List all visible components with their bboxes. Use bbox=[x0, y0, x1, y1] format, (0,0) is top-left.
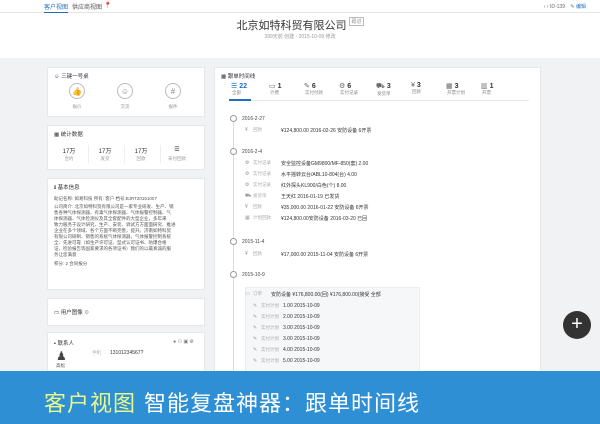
stat-label: 发货 bbox=[100, 156, 110, 161]
info-line: 积分: 2 合同报分 bbox=[54, 261, 88, 266]
timeline-entry[interactable]: ⚙ 实付记录 红外探头KL900/白色(个) 8.00 bbox=[245, 181, 425, 191]
company-title: 北京如特科贸有限公司 跟进 bbox=[0, 17, 600, 33]
yen-icon: ¥ bbox=[245, 251, 248, 257]
stats-panel: ▦ 统计数据 17万 合约 17万 发货 17万 回款 ☰ 未付回款 bbox=[47, 125, 205, 170]
user-images-title: ▭ 用户图像 ⚙ bbox=[54, 310, 90, 316]
list-icon: ☰ bbox=[231, 83, 238, 90]
stat-value: 17万 bbox=[98, 149, 112, 155]
quick-label: 报价 bbox=[72, 104, 82, 109]
quick-actions-panel: ☺ 三键一号桌 👍 报价 ☺ 交流 # 报件 bbox=[47, 67, 205, 117]
wrench-icon: ✎ bbox=[253, 303, 258, 309]
banner-highlight: 客户视图 bbox=[44, 392, 137, 417]
status-tag: 跟进 bbox=[349, 17, 364, 26]
timeline-date: 2015-10-9 bbox=[242, 272, 265, 278]
quick-label: 报件 bbox=[168, 104, 178, 109]
yen-icon: ¥ bbox=[245, 127, 248, 133]
user-images-panel: ▭ 用户图像 ⚙ bbox=[47, 298, 205, 326]
timeline-entry[interactable]: ▦ 计划回款 ¥124,800.00安防设备 2016-03-20 已回 bbox=[245, 214, 425, 224]
sub-entry[interactable]: ✎ 实付计划 3.00 2015-10-09 bbox=[253, 335, 433, 345]
chart-icon: ▥ bbox=[481, 83, 488, 90]
timeline-node bbox=[230, 115, 237, 122]
gear-icon[interactable]: ⚙ bbox=[84, 310, 89, 316]
info-line: 务让您满意 bbox=[54, 252, 77, 257]
stat-label: 合约 bbox=[64, 156, 74, 161]
edit-button[interactable]: 编辑 bbox=[576, 4, 586, 10]
gear-icon: ⚙ bbox=[245, 160, 250, 166]
gear-icon: ⚙ bbox=[245, 182, 250, 188]
yen-icon: ¥ bbox=[245, 204, 248, 210]
timeline-title: ▦ 跟单时间线 bbox=[221, 74, 256, 80]
stat-value: ☰ bbox=[174, 147, 180, 153]
quick-label: 交流 bbox=[120, 104, 130, 109]
info-line: 助记名称: 如易科技 所有: 客户 档号:BJRT20151007 bbox=[54, 196, 157, 201]
edit-icon[interactable]: ✎ bbox=[570, 4, 574, 10]
gear-icon: ⚙ bbox=[245, 171, 250, 177]
basic-info-panel: ℹ 基本信息 助记名称: 如易科技 所有: 客户 档号:BJRT20151007… bbox=[47, 178, 205, 290]
doc-icon: ▭ bbox=[269, 83, 276, 90]
top-bar: 客户视图 供应商视图 📍 ‹ › ID-139 ✎ 编辑 bbox=[0, 0, 600, 13]
timeline-node bbox=[230, 148, 237, 155]
timeline-axis bbox=[233, 120, 234, 378]
top-right-meta: ‹ › ID-139 ✎ 编辑 bbox=[544, 3, 586, 10]
sub-entry[interactable]: ✎ 实付计划 4.00 2015-10-09 bbox=[253, 346, 433, 356]
timeline-date: 2016-2-4 bbox=[242, 149, 263, 155]
sub-entry[interactable]: ✎ 实付计划 3.00 2015-10-09 bbox=[253, 324, 433, 334]
stat-value: 17万 bbox=[62, 149, 76, 155]
gear-icon: ⚙ bbox=[339, 83, 346, 90]
banner-caption: 智能复盘神器：跟单时间线 bbox=[144, 392, 421, 417]
pin-icon[interactable]: 📍 bbox=[104, 2, 111, 9]
sub-entry[interactable]: ✎ 实付计划 5.00 2015-10-09 bbox=[253, 357, 433, 367]
timeline-entry[interactable]: ¥ 回款 ¥17,000.00 2015-11-04 安防设备 6开票 bbox=[245, 250, 425, 260]
timeline-entry[interactable]: ▭ 订单 安防设备 ¥176,800.00(回) ¥176,800.00(接受 全部 bbox=[245, 290, 420, 300]
timeline-entry[interactable]: ¥ 回款 ¥124,800.00 2016-02-26 安防设备 6开票 bbox=[245, 126, 425, 136]
thumb-up-icon[interactable]: 👍 bbox=[69, 83, 85, 99]
timeline-date: 2015-11-4 bbox=[242, 239, 265, 245]
tab-customer-view[interactable]: 客户视图 bbox=[44, 2, 69, 13]
smile-icon[interactable]: ☺ bbox=[117, 83, 133, 99]
wrench-icon: ✎ bbox=[253, 314, 258, 320]
timeline-date: 2016-2-27 bbox=[242, 116, 265, 122]
wrench-icon: ✎ bbox=[304, 83, 310, 90]
sub-entry[interactable]: ✎ 实付计划 2.00 2015-10-09 bbox=[253, 313, 433, 323]
quick-actions-title: ☺ 三键一号桌 bbox=[54, 74, 89, 80]
company-subline: 399天前 创建 · 2015-10-09 修改 bbox=[264, 34, 336, 40]
contact-toolbar-icons[interactable]: ● ⚇ ▣ ⚙ bbox=[173, 339, 194, 345]
wrench-icon: ✎ bbox=[253, 358, 258, 364]
timeline-entry[interactable]: ⚙ 实付记录 安全监控设备GM9800/MF-850(套) 2.00 bbox=[245, 159, 425, 169]
yen-icon: ¥ bbox=[411, 82, 415, 89]
timeline-node bbox=[230, 271, 237, 278]
contact-phone: 13101234567? bbox=[110, 350, 144, 356]
truck-icon: ⛟ bbox=[376, 83, 385, 90]
calc-icon: ▦ bbox=[446, 83, 453, 90]
timeline-node bbox=[230, 238, 237, 245]
sub-entry[interactable]: ✎ 实付计划 1.00 2015-10-09 bbox=[253, 302, 433, 312]
calc-icon: ▦ bbox=[245, 215, 250, 221]
truck-icon: ⛟ bbox=[245, 193, 252, 199]
tab-supplier-view[interactable]: 供应商视图 bbox=[72, 2, 102, 11]
timeline-entry[interactable]: ¥ 回款 ¥35,000.00 2016-01-22 安防设备 6开票 bbox=[245, 203, 425, 213]
stat-label: 未付回款 bbox=[168, 156, 186, 161]
wrench-icon: ✎ bbox=[253, 325, 258, 331]
stats-title: ▦ 统计数据 bbox=[54, 132, 83, 138]
timeline-tab-invoice[interactable]: ▥ 1 开票 bbox=[481, 82, 525, 96]
basic-info-title: ℹ 基本信息 bbox=[54, 185, 80, 191]
record-id: ID-139 bbox=[549, 4, 565, 10]
phone-key: 手机 bbox=[92, 350, 101, 355]
contacts-title: ▪ 联系人 bbox=[54, 341, 74, 347]
stat-value: 17万 bbox=[134, 149, 148, 155]
hash-icon[interactable]: # bbox=[165, 83, 181, 99]
timeline-entry[interactable]: ⚙ 实付记录 水平摇转云台/ABL10-804(台) 4.00 bbox=[245, 170, 425, 180]
contact-name: 高松 bbox=[56, 363, 65, 368]
wrench-icon: ✎ bbox=[253, 347, 258, 353]
promo-banner-text: 客户视图 智能复盘神器：跟单时间线 bbox=[44, 386, 420, 418]
stat-label: 回款 bbox=[136, 156, 146, 161]
active-tab-indicator bbox=[229, 99, 251, 101]
add-button[interactable]: + bbox=[563, 311, 591, 339]
doc-icon: ▭ bbox=[245, 291, 250, 297]
wrench-icon: ✎ bbox=[253, 336, 258, 342]
person-icon: ♟ bbox=[56, 349, 67, 363]
timeline-entry[interactable]: ⛟ 发货单 王天红 2016-01-19 已发货 bbox=[245, 192, 425, 202]
company-name: 北京如特科贸有限公司 bbox=[236, 20, 347, 32]
